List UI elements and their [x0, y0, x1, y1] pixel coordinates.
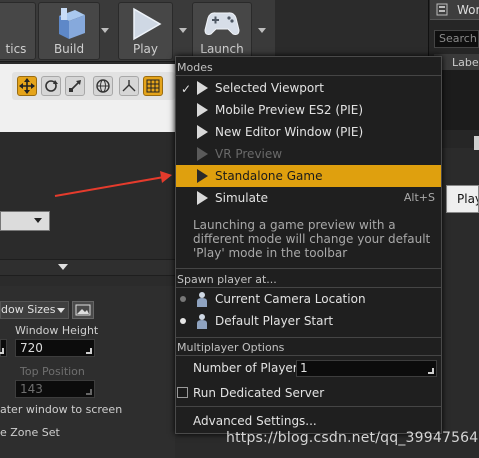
spawn-label: Current Camera Location	[215, 292, 366, 306]
rotate-tool-icon[interactable]	[41, 76, 61, 96]
dedicated-server-label: Run Dedicated Server	[193, 386, 325, 400]
spawn-heading: Spawn player at...	[177, 273, 277, 286]
zone-set-label: e Zone Set	[0, 426, 60, 439]
spawn-default-player-start[interactable]: Default Player Start	[176, 310, 441, 332]
launch-label: Launch	[200, 42, 244, 56]
play-mode-icon	[197, 103, 208, 117]
expand-chevron-down-icon[interactable]	[58, 264, 68, 270]
image-icon	[75, 304, 91, 316]
mode-simulate[interactable]: Simulate Alt+S	[176, 187, 441, 209]
mode-mobile-preview[interactable]: Mobile Preview ES2 (PIE)	[176, 99, 441, 121]
mode-label: VR Preview	[215, 147, 283, 161]
window-height-value: 720	[20, 341, 43, 355]
outliner-tab-icon	[436, 3, 448, 16]
spawn-current-camera[interactable]: Current Camera Location	[176, 288, 441, 310]
move-arrows-icon	[19, 78, 35, 94]
dedicated-server-checkbox[interactable]	[177, 387, 188, 398]
num-players-field[interactable]: 1	[296, 360, 437, 377]
play-mode-icon	[197, 169, 208, 183]
globe-icon	[96, 79, 110, 93]
launch-dropdown-arrow-icon[interactable]	[258, 28, 266, 33]
top-position-label: Top Position	[20, 365, 85, 378]
top-position-value: 143	[20, 382, 43, 396]
world-outliner-tab[interactable]: Wor	[430, 0, 479, 20]
outliner-search-input[interactable]: Search	[434, 30, 479, 48]
center-window-label: ater window to screen	[0, 403, 123, 416]
grid-snap-icon[interactable]	[143, 76, 163, 96]
main-toolbar: tics Build Play Launch	[0, 0, 275, 62]
play-tooltip: Play	[446, 185, 479, 213]
mode-selected-viewport[interactable]: ✓ Selected Viewport	[176, 77, 441, 99]
play-mode-icon	[197, 81, 208, 95]
camera-person-icon	[197, 292, 207, 307]
window-height-field[interactable]: 720	[15, 339, 95, 357]
cinematics-label: tics	[5, 42, 27, 56]
build-dropdown-arrow-icon[interactable]	[101, 28, 109, 33]
play-mode-icon	[197, 147, 208, 161]
advanced-settings-item[interactable]: Advanced Settings...	[176, 410, 441, 432]
window-height-label: Window Height	[15, 324, 99, 337]
collapse-bar[interactable]	[0, 259, 175, 276]
play-mode-icon	[197, 191, 208, 205]
world-space-globe-icon[interactable]	[93, 76, 113, 96]
mode-label: Mobile Preview ES2 (PIE)	[215, 103, 364, 117]
window-width-field[interactable]	[0, 339, 7, 357]
outliner-scrollbar[interactable]	[474, 136, 479, 150]
combo-chevron-down-icon	[34, 218, 42, 223]
snap-icon	[122, 80, 136, 92]
menu-divider	[176, 406, 441, 407]
modes-description: Launching a game preview with a differen…	[193, 218, 431, 260]
spawn-label: Default Player Start	[215, 314, 334, 328]
checkmark-icon: ✓	[181, 82, 192, 96]
scale-tool-icon[interactable]	[65, 76, 85, 96]
advanced-settings-label: Advanced Settings...	[193, 414, 317, 428]
radio-on-icon	[180, 318, 186, 324]
menu-divider	[176, 355, 441, 356]
play-icon	[132, 7, 162, 41]
cinematics-button[interactable]: tics	[0, 2, 36, 60]
num-players-value: 1	[300, 361, 308, 375]
scale-arrow-icon	[69, 80, 81, 92]
shortcut-label: Alt+S	[403, 191, 435, 204]
surface-snap-icon[interactable]	[119, 76, 139, 96]
left-combo-box[interactable]	[0, 211, 50, 231]
play-mode-icon	[197, 125, 208, 139]
window-sizes-label: dow Sizes	[1, 303, 56, 316]
mode-standalone-game[interactable]: Standalone Game	[176, 165, 441, 187]
window-sizes-dropdown[interactable]: dow Sizes	[0, 301, 69, 319]
grid-icon	[146, 79, 160, 93]
mode-label: New Editor Window (PIE)	[215, 125, 364, 139]
radio-off-icon	[180, 296, 186, 302]
menu-divider	[176, 75, 441, 76]
mode-label: Simulate	[215, 191, 269, 205]
translate-tool-icon[interactable]	[17, 76, 37, 96]
modes-heading: Modes	[177, 61, 213, 74]
top-position-field[interactable]: 143	[15, 380, 95, 398]
play-label: Play	[132, 42, 159, 56]
spin-corner-icon	[428, 368, 434, 374]
gamepad-icon	[204, 12, 240, 35]
play-button[interactable]: Play	[118, 2, 173, 60]
mode-vr-preview: VR Preview	[176, 143, 441, 165]
outliner-tab-label: Wor	[457, 3, 479, 17]
mode-new-editor-window[interactable]: New Editor Window (PIE)	[176, 121, 441, 143]
image-button[interactable]	[72, 301, 94, 319]
build-label: Build	[53, 42, 85, 56]
window-sizes-chevron-icon	[57, 308, 65, 313]
player-start-icon	[197, 314, 207, 329]
multiplayer-heading: Multiplayer Options	[177, 341, 285, 354]
menu-divider	[176, 268, 441, 269]
watermark-text: https://blog.csdn.net/qq_39947564	[226, 430, 479, 446]
build-icon	[59, 8, 85, 39]
menu-divider	[176, 337, 441, 338]
play-dropdown-arrow-icon[interactable]	[179, 28, 187, 33]
build-button[interactable]: Build	[38, 2, 100, 60]
num-players-label: Number of Players	[193, 361, 304, 375]
launch-button[interactable]: Launch	[192, 2, 252, 60]
mode-label: Selected Viewport	[215, 81, 324, 95]
outliner-list-area	[436, 70, 479, 150]
rotate-arrow-icon	[45, 80, 58, 92]
mode-label: Standalone Game	[215, 169, 323, 183]
play-settings-panel: dow Sizes Window Height 720 Top Position…	[0, 286, 175, 458]
